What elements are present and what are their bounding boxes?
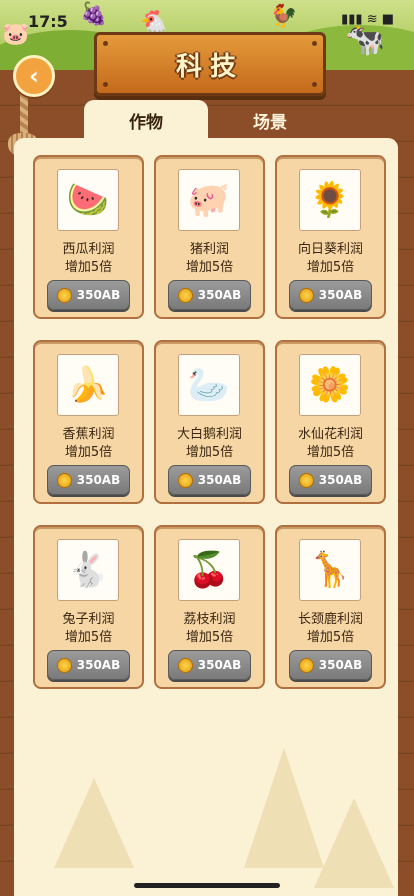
coin-icon	[177, 287, 193, 303]
card-description: 增加5倍	[185, 260, 234, 275]
price-label: 350AB	[76, 658, 121, 672]
buy-button[interactable]: 350AB	[289, 650, 372, 680]
sunflower-icon: 🌻	[308, 180, 352, 220]
card-description: 增加5倍	[306, 630, 355, 645]
card-description: 增加5倍	[64, 630, 113, 645]
card-description: 增加5倍	[306, 445, 355, 460]
upgrade-card: 🦒 长颈鹿利润增加5倍 350AB	[275, 525, 386, 689]
pig-decoration-icon: 🐷	[2, 22, 30, 47]
card-name: 水仙花利润	[297, 427, 363, 442]
card-name: 西瓜利润	[62, 242, 115, 257]
buy-button[interactable]: 350AB	[47, 465, 130, 495]
tree-silhouette	[244, 748, 324, 868]
tab-crops[interactable]: 作物	[84, 100, 208, 140]
card-description: 增加5倍	[64, 445, 113, 460]
buy-button[interactable]: 350AB	[168, 280, 251, 310]
card-name: 香蕉利润	[62, 427, 115, 442]
card-name: 长颈鹿利润	[297, 612, 363, 627]
item-image: 🐖	[178, 169, 240, 231]
coin-icon	[298, 287, 314, 303]
item-image: 🌻	[299, 169, 361, 231]
back-button[interactable]: ‹	[13, 55, 55, 97]
upgrade-card: 🍒 荔枝利润增加5倍 350AB	[154, 525, 265, 689]
item-image: 🍌	[57, 354, 119, 416]
home-indicator	[134, 883, 280, 888]
item-image: 🦢	[178, 354, 240, 416]
card-description: 增加5倍	[306, 260, 355, 275]
upgrade-card: 🐇 兔子利润增加5倍 350AB	[33, 525, 144, 689]
upgrade-card: 🍌 香蕉利润增加5倍 350AB	[33, 340, 144, 504]
coin-icon	[56, 472, 72, 488]
upgrade-card: 🌻 向日葵利润增加5倍 350AB	[275, 155, 386, 319]
tree-silhouette	[314, 798, 394, 888]
lychee-icon: 🍒	[187, 550, 231, 590]
rabbit-icon: 🐇	[66, 550, 110, 590]
price-label: 350AB	[318, 473, 363, 487]
item-image: 🐇	[57, 539, 119, 601]
buy-button[interactable]: 350AB	[289, 465, 372, 495]
item-image: 🍒	[178, 539, 240, 601]
coin-icon	[177, 472, 193, 488]
tab-scenes[interactable]: 场景	[208, 100, 332, 140]
title-banner: 科技	[94, 32, 326, 96]
narcissus-icon: 🌼	[308, 365, 352, 405]
card-name: 大白鹅利润	[176, 427, 242, 442]
upgrade-card: 🦢 大白鹅利润增加5倍 350AB	[154, 340, 265, 504]
card-name: 荔枝利润	[183, 612, 236, 627]
coin-icon	[56, 657, 72, 673]
coin-icon	[298, 472, 314, 488]
coin-icon	[298, 657, 314, 673]
grapes-decoration-icon: 🍇	[80, 2, 108, 27]
price-label: 350AB	[197, 658, 242, 672]
price-label: 350AB	[76, 473, 121, 487]
card-name: 向日葵利润	[297, 242, 363, 257]
upgrade-card: 🍉 西瓜利润增加5倍 350AB	[33, 155, 144, 319]
giraffe-icon: 🦒	[308, 550, 352, 590]
banana-icon: 🍌	[66, 365, 110, 405]
price-label: 350AB	[197, 288, 242, 302]
coin-icon	[177, 657, 193, 673]
buy-button[interactable]: 350AB	[47, 650, 130, 680]
hen-decoration-icon: 🐓	[270, 4, 298, 29]
card-description: 增加5倍	[185, 630, 234, 645]
card-description: 增加5倍	[185, 445, 234, 460]
upgrade-card: 🐖 猪利润增加5倍 350AB	[154, 155, 265, 319]
buy-button[interactable]: 350AB	[168, 465, 251, 495]
item-image: 🍉	[57, 169, 119, 231]
upgrade-card: 🌼 水仙花利润增加5倍 350AB	[275, 340, 386, 504]
goose-icon: 🦢	[187, 365, 231, 405]
tree-silhouette	[54, 778, 134, 868]
pig-icon: 🐖	[187, 180, 231, 220]
status-time: 17:5	[28, 12, 68, 31]
chevron-left-icon: ‹	[29, 62, 39, 90]
buy-button[interactable]: 350AB	[289, 280, 372, 310]
price-label: 350AB	[318, 658, 363, 672]
price-label: 350AB	[318, 288, 363, 302]
status-icons: ▮▮▮ ≋ ■	[341, 12, 394, 27]
card-name: 猪利润	[189, 242, 229, 257]
page-title: 科技	[175, 51, 244, 82]
item-image: 🦒	[299, 539, 361, 601]
coin-icon	[56, 287, 72, 303]
price-label: 350AB	[76, 288, 121, 302]
card-description: 增加5倍	[64, 260, 113, 275]
item-image: 🌼	[299, 354, 361, 416]
buy-button[interactable]: 350AB	[168, 650, 251, 680]
buy-button[interactable]: 350AB	[47, 280, 130, 310]
watermelon-icon: 🍉	[66, 180, 110, 220]
price-label: 350AB	[197, 473, 242, 487]
card-name: 兔子利润	[62, 612, 115, 627]
